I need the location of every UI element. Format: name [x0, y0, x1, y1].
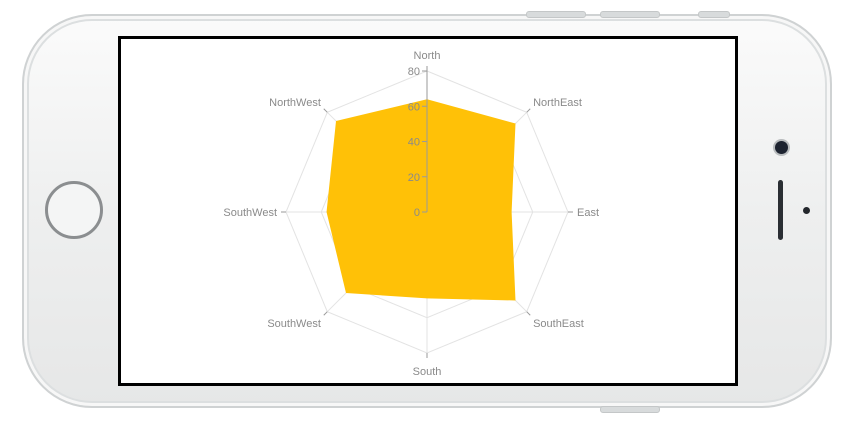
power-button: [600, 406, 660, 413]
series-area: [326, 99, 516, 301]
volume-up-button: [600, 11, 660, 18]
category-label: South: [413, 366, 442, 378]
axis-tick-mark: [323, 311, 328, 316]
axis-tick-mark: [526, 108, 531, 113]
axis-tick-mark: [526, 311, 531, 316]
category-label: East: [577, 207, 599, 219]
radial-tick-label: 0: [414, 207, 420, 219]
earpiece-speaker: [778, 180, 783, 240]
category-label: North: [414, 50, 441, 62]
axis-tick-mark: [323, 108, 328, 113]
proximity-sensor: [803, 207, 810, 214]
front-camera-icon: [775, 141, 788, 154]
radial-tick-label: 80: [408, 66, 420, 78]
category-label: NorthEast: [533, 97, 582, 109]
category-label: SouthEast: [533, 318, 584, 330]
category-label: NorthWest: [269, 97, 321, 109]
volume-down-button: [698, 11, 730, 18]
radar-series: [326, 99, 516, 301]
category-label: SouthWest: [267, 318, 321, 330]
radial-tick-label: 40: [408, 137, 420, 149]
category-label: SouthWest: [223, 207, 277, 219]
device-screen: 0 20 40 60 80 North NorthEast East SouthEast Sou…: [118, 36, 738, 386]
home-button[interactable]: [45, 181, 103, 239]
radar-chart: 0 20 40 60 80 North NorthEast East SouthEast Sou…: [223, 50, 599, 378]
radial-tick-label: 60: [408, 101, 420, 113]
mute-switch: [526, 11, 586, 18]
radial-tick-label: 20: [408, 172, 420, 184]
